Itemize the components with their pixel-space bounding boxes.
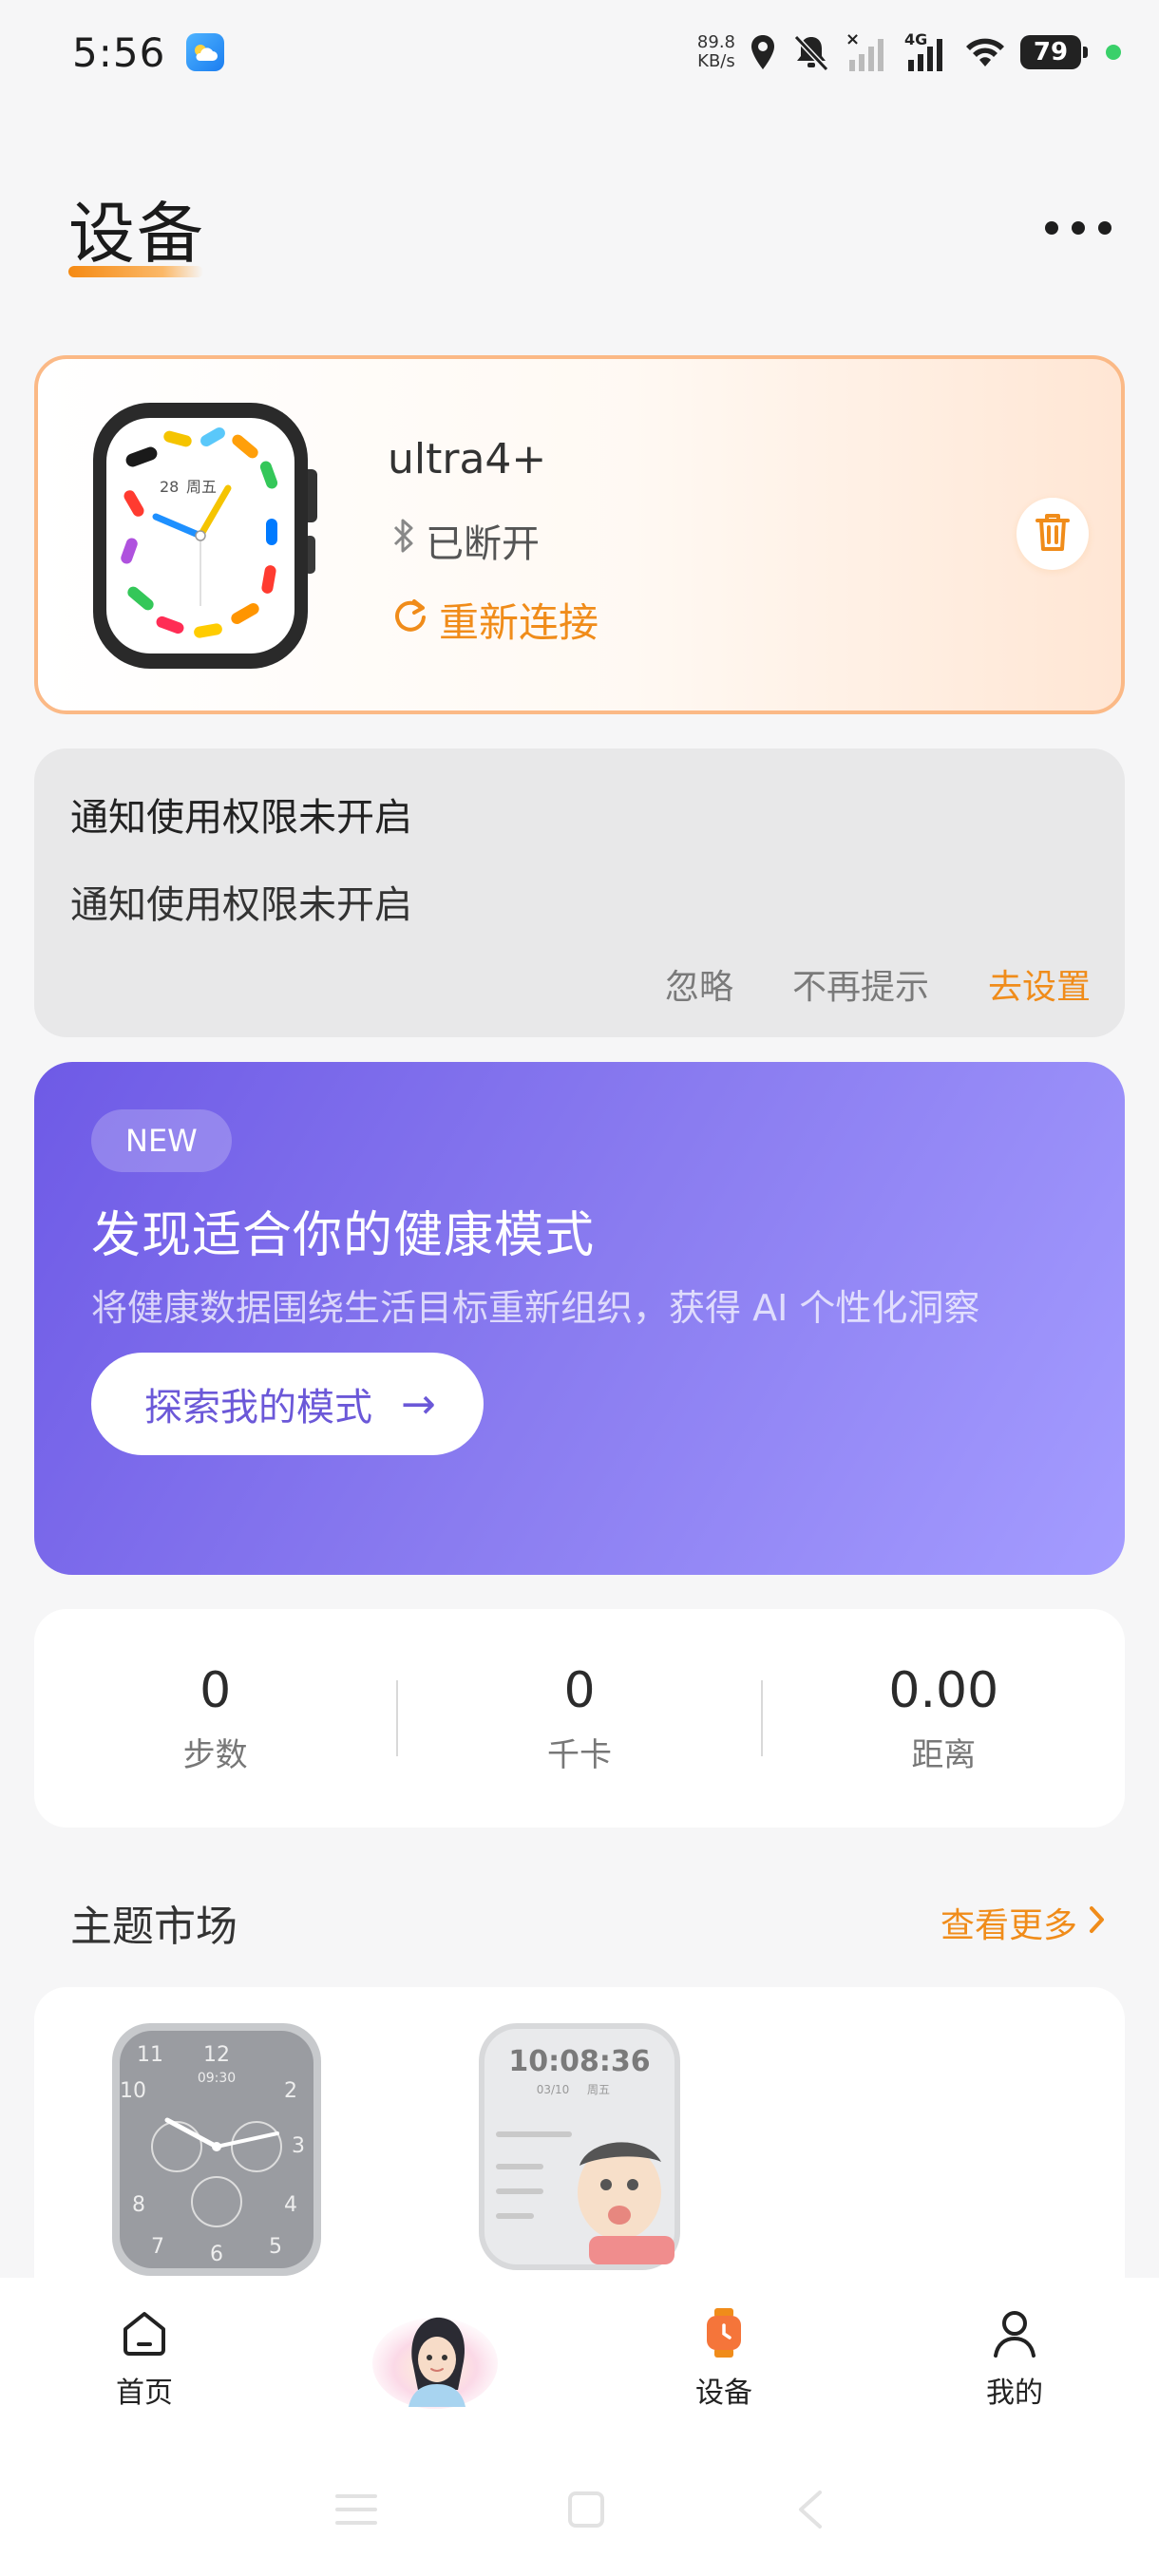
promo-subtitle: 将健康数据围绕生活目标重新组织，获得 AI 个性化洞察	[91, 1287, 980, 1329]
trash-icon	[1035, 512, 1071, 556]
distance-label: 距离	[911, 1735, 977, 1774]
steps-value: 0	[200, 1661, 232, 1719]
watch-image: 28 周五	[87, 393, 334, 678]
wifi-icon	[963, 35, 1007, 69]
nav-home[interactable]: 首页	[87, 2306, 201, 2411]
svg-text:12: 12	[203, 2043, 230, 2067]
calories-value: 0	[563, 1661, 596, 1719]
theme-item-analog[interactable]: 12 2 3 45 6 7 8 10 11 09:30	[110, 2021, 323, 2282]
nav-home-label: 首页	[116, 2377, 173, 2410]
delete-device-button[interactable]	[1016, 498, 1089, 570]
status-bar: 5:56 89.8 KB/s × 4G 79	[0, 0, 1159, 104]
theme-market-title: 主题市场	[70, 1903, 238, 1951]
calories-label: 千卡	[546, 1735, 612, 1774]
svg-text:×: ×	[846, 31, 860, 49]
see-more-label: 查看更多	[940, 1906, 1077, 1945]
bottom-navigation: 首页 设备 我的	[0, 2278, 1159, 2576]
svg-text:10: 10	[120, 2079, 146, 2103]
promo-title: 发现适合你的健康模式	[91, 1207, 596, 1264]
svg-text:8: 8	[132, 2193, 145, 2217]
battery-indicator: 79	[1020, 35, 1088, 69]
nav-mine-label: 我的	[986, 2377, 1043, 2410]
nav-device-label: 设备	[695, 2377, 752, 2410]
watch-date: 28	[160, 478, 179, 496]
theme-date: 03/10	[537, 2083, 570, 2096]
explore-button-label: 探索我的模式	[144, 1386, 372, 1430]
dot-icon	[1045, 221, 1058, 235]
network-speed: 89.8 KB/s	[696, 32, 735, 71]
arrow-right-icon: →	[401, 1379, 436, 1429]
dot-icon	[1098, 221, 1112, 235]
menu-icon[interactable]	[335, 2492, 377, 2530]
ignore-button[interactable]: 忽略	[665, 959, 733, 1009]
page-title: 设备	[68, 195, 205, 273]
theme-time: 09:30	[198, 2071, 236, 2086]
notice-title: 通知使用权限未开启	[70, 796, 412, 840]
device-name: ultra4+	[388, 435, 547, 483]
notice-body: 通知使用权限未开启	[70, 883, 412, 927]
steps-label: 步数	[182, 1735, 248, 1774]
explore-mode-button[interactable]: 探索我的模式 →	[91, 1353, 484, 1455]
theme-list: 12 2 3 45 6 7 8 10 11 09:30 10:08:36 03/10 周五	[34, 1987, 1125, 2291]
svg-text:11: 11	[137, 2043, 163, 2067]
dont-remind-button[interactable]: 不再提示	[792, 959, 929, 1009]
reconnect-button[interactable]: 重新连接	[391, 591, 598, 649]
connection-status-text: 已断开	[426, 522, 540, 566]
theme-time: 10:08:36	[508, 2045, 650, 2078]
reconnect-label: 重新连接	[439, 599, 599, 646]
theme-item-cartoon[interactable]: 10:08:36 03/10 周五	[477, 2021, 682, 2276]
weather-app-icon	[186, 33, 225, 71]
svg-text:2: 2	[284, 2079, 297, 2103]
location-icon	[749, 33, 777, 71]
title-underline	[68, 266, 203, 277]
notification-permission-card: 通知使用权限未开启 通知使用权限未开启 忽略 不再提示 去设置	[34, 748, 1125, 1037]
see-more-link[interactable]: 查看更多	[940, 1898, 1106, 1947]
chevron-right-icon	[1089, 1904, 1106, 1942]
steps-stat: 0 步数	[34, 1662, 396, 1775]
person-icon	[988, 2306, 1041, 2363]
home-square-icon[interactable]	[567, 2491, 605, 2532]
system-navigation-bar	[0, 2483, 1159, 2540]
signal-4g-icon: 4G	[902, 31, 950, 73]
back-icon[interactable]	[795, 2489, 824, 2534]
svg-text:3: 3	[292, 2134, 305, 2158]
svg-text:6: 6	[210, 2243, 223, 2266]
watch-icon	[697, 2306, 750, 2363]
privacy-dot	[1106, 45, 1121, 60]
distance-value: 0.00	[888, 1661, 999, 1719]
watch-weekday: 周五	[186, 478, 217, 496]
distance-stat: 0.00 距离	[763, 1662, 1125, 1775]
nav-device[interactable]: 设备	[667, 2306, 781, 2411]
device-card[interactable]: 28 周五 ultra4+ 已断开 重新连接	[34, 355, 1125, 714]
svg-text:7: 7	[151, 2235, 164, 2259]
theme-weekday: 周五	[587, 2083, 610, 2096]
activity-stats-card[interactable]: 0 步数 0 千卡 0.00 距离	[34, 1609, 1125, 1828]
bluetooth-icon	[391, 517, 416, 564]
mute-icon	[790, 33, 832, 71]
svg-text:4G: 4G	[904, 31, 927, 48]
home-icon	[118, 2306, 171, 2363]
nav-mine[interactable]: 我的	[958, 2306, 1072, 2411]
more-options-button[interactable]	[1045, 209, 1112, 247]
go-settings-button[interactable]: 去设置	[988, 959, 1091, 1009]
dot-icon	[1072, 221, 1085, 235]
connection-status: 已断开	[391, 513, 540, 568]
notice-actions: 忽略 不再提示 去设置	[665, 959, 1091, 1009]
ai-assistant-avatar[interactable]	[370, 2306, 500, 2411]
svg-text:5: 5	[269, 2235, 282, 2259]
refresh-icon	[391, 597, 429, 644]
health-mode-banner[interactable]: NEW 发现适合你的健康模式 将健康数据围绕生活目标重新组织，获得 AI 个性化…	[34, 1062, 1125, 1575]
no-signal-icon: ×	[846, 31, 889, 73]
svg-text:4: 4	[284, 2193, 297, 2217]
calories-stat: 0 千卡	[398, 1662, 760, 1775]
new-badge: NEW	[91, 1109, 232, 1172]
status-time: 5:56	[72, 28, 166, 76]
page-header: 设备	[0, 161, 1159, 285]
